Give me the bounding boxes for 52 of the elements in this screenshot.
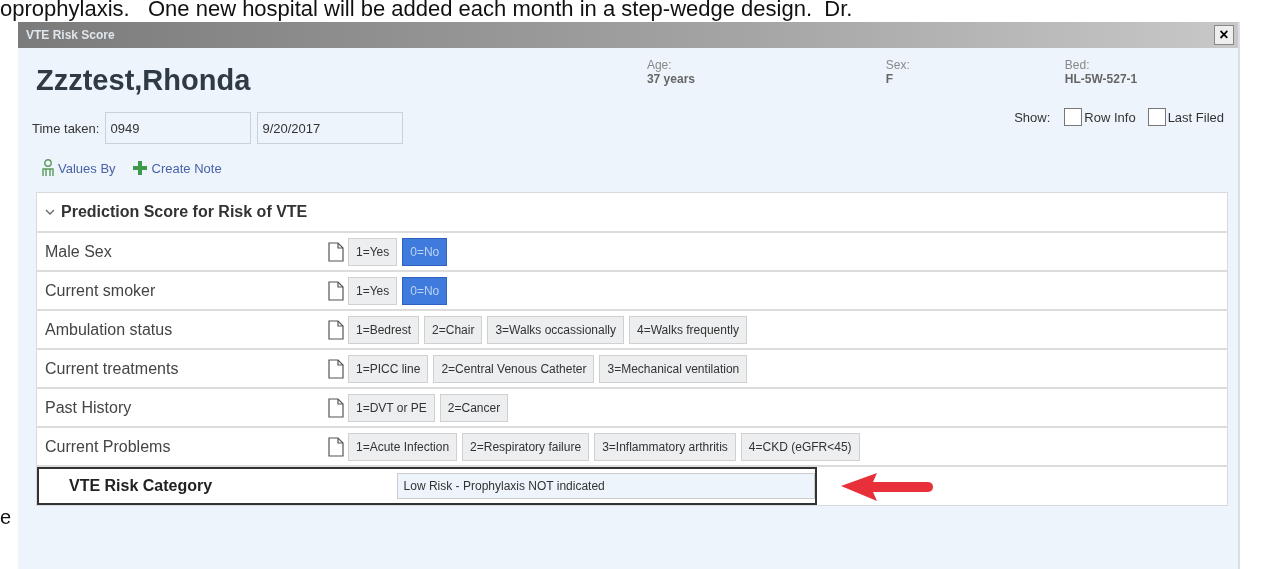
option-button[interactable]: 3=Mechanical ventilation: [599, 354, 748, 383]
field-label: Bed:: [1064, 58, 1091, 72]
document-icon[interactable]: [328, 358, 344, 379]
option-button[interactable]: 4=CKD (eGFR<45): [740, 432, 860, 461]
result-field[interactable]: Low Risk - Prophylaxis NOT indicated: [396, 473, 815, 499]
option-button[interactable]: 1=Yes: [348, 276, 398, 305]
row-label: Ambulation status: [44, 320, 174, 339]
option-button[interactable]: 3=Inflammatory arthritis: [594, 432, 736, 461]
option-button[interactable]: 2=Cancer: [439, 393, 509, 422]
option-checkbox[interactable]: Row Info: [1064, 108, 1136, 126]
option-button[interactable]: 3=Walks occassionally: [487, 315, 624, 344]
person-icon: [42, 159, 54, 177]
field-value: F: [885, 72, 895, 86]
patient-name: Zzztest,Rhonda: [35, 63, 252, 97]
plus-icon: [131, 160, 148, 176]
option-button[interactable]: 1=Yes: [348, 237, 398, 266]
section-title: Prediction Score for Risk of VTE: [61, 203, 308, 221]
document-text: oprophylaxis. One new hospital will be added each month in a step-wedge design. Dr.: [0, 0, 854, 22]
action-link[interactable]: Create Note: [131, 160, 222, 176]
action-link[interactable]: Values By: [42, 159, 116, 177]
field-label: Age:: [646, 58, 673, 72]
field-label: Sex:: [885, 58, 911, 72]
field-value: HL-5W-527-1: [1064, 72, 1139, 86]
row-label: Past History: [44, 398, 133, 417]
time-taken-label: Time taken:: [32, 120, 100, 136]
document-icon[interactable]: [328, 436, 344, 457]
row-label: Current treatments: [44, 359, 180, 378]
close-button[interactable]: ×: [1214, 25, 1234, 45]
window-title: VTE Risk Score: [26, 28, 115, 42]
document-icon[interactable]: [328, 319, 344, 340]
row-label: Current Problems: [44, 437, 172, 456]
time-field[interactable]: 0949: [105, 112, 252, 144]
row-label: Male Sex: [44, 242, 113, 261]
document-text: e: [0, 506, 12, 529]
option-checkbox[interactable]: Last Filed: [1147, 108, 1224, 126]
option-button[interactable]: 2=Respiratory failure: [462, 432, 590, 461]
document-icon[interactable]: [328, 280, 344, 301]
option-button[interactable]: 2=Chair: [424, 315, 483, 344]
option-button[interactable]: 2=Central Venous Catheter: [433, 354, 595, 383]
date-field[interactable]: 9/20/2017: [257, 112, 404, 144]
option-button[interactable]: 1=DVT or PE: [348, 393, 435, 422]
chevron-icon[interactable]: [45, 208, 55, 216]
row-label: Current smoker: [44, 281, 157, 300]
option-button[interactable]: 1=Bedrest: [348, 315, 420, 344]
result-label: VTE Risk Category: [68, 477, 214, 495]
option-button[interactable]: 4=Walks frequently: [629, 315, 747, 344]
field-value: 37 years: [646, 72, 696, 86]
document-icon[interactable]: [328, 397, 344, 418]
option-button[interactable]: 1=Acute Infection: [348, 432, 458, 461]
show-label: Show:: [1014, 110, 1051, 125]
document-icon[interactable]: [328, 241, 344, 262]
option-button[interactable]: 1=PICC line: [348, 354, 429, 383]
